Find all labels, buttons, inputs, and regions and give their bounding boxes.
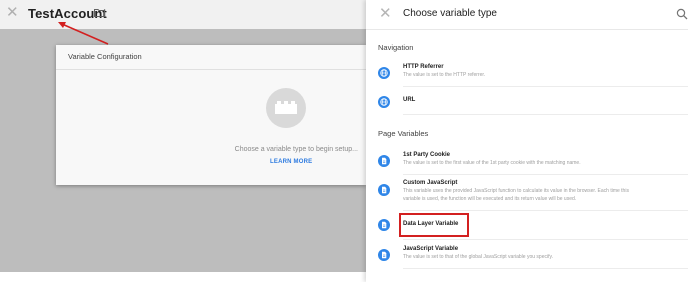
document-icon <box>378 219 390 231</box>
divider <box>403 210 688 211</box>
section-page-variables: Page Variables <box>378 129 429 138</box>
list-item-javascript-variable[interactable]: JavaScript Variable The value is set to … <box>366 244 688 266</box>
divider <box>56 69 366 70</box>
choose-variable-type-panel: ✕ Choose variable type Navigation HTTP R… <box>366 0 688 282</box>
item-title: Custom JavaScript <box>403 180 458 186</box>
panel-header: ✕ Choose variable type <box>366 0 688 30</box>
divider <box>403 268 688 269</box>
setup-hint: Choose a variable type to begin setup... <box>234 146 358 153</box>
item-description-line-2: variable is used, the function will be e… <box>403 196 577 202</box>
learn-more-link[interactable]: LEARN MORE <box>270 159 312 165</box>
document-icon <box>378 155 390 167</box>
item-title: URL <box>403 97 416 103</box>
annotation-arrow <box>58 22 109 45</box>
list-item-http-referrer[interactable]: HTTP Referrer The value is set to the HT… <box>366 62 688 84</box>
placeholder-circle[interactable] <box>266 88 306 128</box>
item-title: 1st Party Cookie <box>403 152 451 158</box>
variable-configuration-card[interactable]: Variable Configuration Choose a variable… <box>56 45 366 185</box>
panel-title: Choose variable type <box>403 8 497 19</box>
tag-editor-background: ✕ TestAccount Variable Configuration Cho… <box>0 0 366 282</box>
document-icon <box>378 249 390 261</box>
item-title: HTTP Referrer <box>403 64 444 70</box>
globe-icon <box>378 67 390 79</box>
divider <box>403 86 688 87</box>
item-description: The value is set to the HTTP referrer. <box>403 72 486 78</box>
divider <box>403 239 688 240</box>
list-item-1st-party-cookie[interactable]: 1st Party Cookie The value is set to the… <box>366 150 688 172</box>
item-description: The value is set to the first value of t… <box>403 160 581 166</box>
item-description: This variable uses the provided JavaScri… <box>403 188 629 194</box>
divider <box>403 174 688 175</box>
list-item-url[interactable]: URL <box>366 93 688 111</box>
annotation-highlight-box <box>399 213 469 237</box>
divider <box>403 114 688 115</box>
lego-brick-icon <box>275 101 297 114</box>
list-item-custom-javascript[interactable]: Custom JavaScript This variable uses the… <box>366 179 688 207</box>
search-icon[interactable] <box>676 8 688 20</box>
close-icon[interactable]: ✕ <box>379 6 392 22</box>
card-title: Variable Configuration <box>68 52 142 61</box>
globe-icon <box>378 96 390 108</box>
item-description: The value is set to that of the global J… <box>403 254 553 260</box>
section-navigation: Navigation <box>378 43 414 52</box>
item-title: JavaScript Variable <box>403 246 459 252</box>
document-icon <box>378 184 390 196</box>
